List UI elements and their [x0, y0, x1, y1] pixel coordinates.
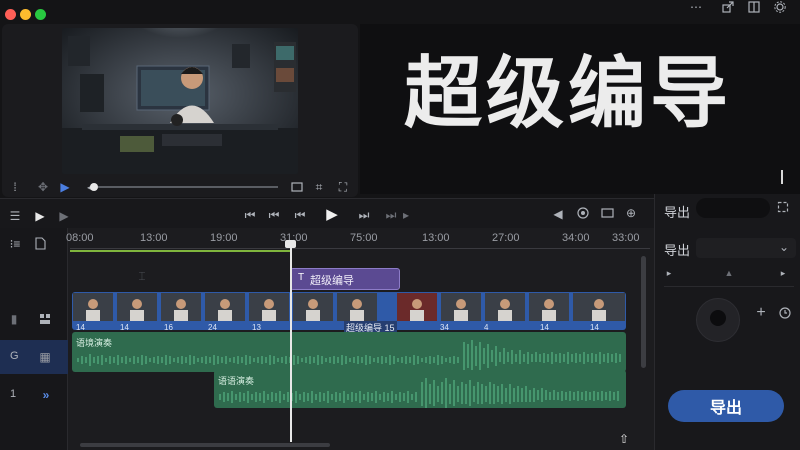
- clock-icon[interactable]: [778, 306, 792, 320]
- play-toolbar-icon[interactable]: ▶: [34, 210, 46, 222]
- share-icon[interactable]: [720, 0, 736, 14]
- prev-frame-icon[interactable]: ⏮: [294, 208, 306, 222]
- ruler-tick-label: 08:00: [66, 232, 94, 244]
- list-icon[interactable]: ☰: [8, 210, 22, 222]
- video-clip-label: 14: [590, 323, 599, 332]
- record-icon[interactable]: [576, 206, 590, 220]
- lock-icon[interactable]: ▮: [8, 312, 20, 326]
- ruler-tick-label: 75:00: [350, 232, 378, 244]
- play-small-icon[interactable]: ▶: [60, 181, 70, 193]
- edit-cursor-icon[interactable]: ⁞: [8, 180, 22, 194]
- audio-clip-1-label: 语境演奏: [76, 338, 113, 348]
- crop-icon[interactable]: [776, 200, 790, 214]
- marker-icon: ⌶: [138, 269, 146, 283]
- progress-knob[interactable]: [90, 183, 98, 191]
- track-number: G: [10, 350, 19, 362]
- ruler-baseline: [70, 248, 650, 249]
- color-wheel-knob[interactable]: [710, 310, 726, 326]
- ruler-tick-label: 13:00: [422, 232, 450, 244]
- next-icon[interactable]: ▶: [58, 210, 70, 222]
- crosshair-icon[interactable]: ✥: [36, 180, 50, 194]
- maximize-window-button[interactable]: [35, 9, 46, 20]
- track-header-column: [0, 228, 68, 450]
- ruler-tick-label: 13:00: [140, 232, 168, 244]
- playhead-handle[interactable]: [285, 240, 296, 248]
- overlay-title: 超级编导: [404, 49, 733, 137]
- target-icon[interactable]: ⊕: [624, 206, 638, 220]
- playhead-line[interactable]: [290, 244, 292, 442]
- ruler-tick-label: 19:00: [210, 232, 238, 244]
- video-clip-label: 34: [440, 323, 449, 332]
- play-button[interactable]: ▶: [324, 206, 340, 222]
- audio-track-icon[interactable]: ▦: [38, 350, 52, 364]
- video-track-icon[interactable]: [38, 312, 52, 326]
- horizontal-scrollbar[interactable]: [80, 443, 330, 447]
- upload-icon[interactable]: ⇧: [618, 432, 630, 446]
- track-settings-icon[interactable]: ⁝≡: [8, 238, 22, 250]
- screenshot-icon[interactable]: ⌗: [312, 180, 326, 194]
- close-window-button[interactable]: [5, 9, 16, 20]
- ruler-progress: [70, 250, 290, 252]
- track-number: 1: [10, 388, 17, 400]
- video-clip-label: 13: [252, 323, 261, 332]
- audio-wave-icon[interactable]: »: [38, 388, 54, 402]
- progress-track[interactable]: [98, 186, 278, 188]
- video-clip-label: 14: [120, 323, 129, 332]
- add-icon[interactable]: +: [754, 305, 768, 321]
- export-input-1[interactable]: [696, 198, 770, 218]
- divider: [664, 286, 794, 287]
- video-clip-label: 14: [76, 323, 85, 332]
- file-icon[interactable]: [34, 236, 46, 250]
- text-clip-icon: T: [297, 272, 305, 283]
- video-clip-label: 14: [540, 323, 549, 332]
- video-clip-label: 16: [164, 323, 173, 332]
- up-arrow-icon[interactable]: ▲: [724, 268, 734, 278]
- audio-clip-2[interactable]: [214, 370, 626, 408]
- video-clip-label: 4: [484, 323, 489, 332]
- fullscreen-icon[interactable]: ⛶: [336, 180, 350, 194]
- chevron-down-icon[interactable]: ⌄: [778, 241, 790, 253]
- skip-end-icon[interactable]: ▸: [400, 208, 412, 222]
- export-button-label: 导出: [709, 400, 742, 417]
- video-preview: [62, 28, 298, 174]
- next-arrow-icon[interactable]: ▸: [778, 268, 788, 278]
- monitor-icon[interactable]: [600, 206, 614, 220]
- layout-icon[interactable]: [746, 0, 762, 14]
- speaker-icon[interactable]: ◀: [552, 208, 564, 220]
- settings-icon[interactable]: [772, 0, 788, 14]
- export-label-1: 导出: [664, 205, 691, 220]
- caption-icon[interactable]: [290, 180, 304, 194]
- export-button[interactable]: 导出: [668, 390, 784, 422]
- prev-arrow-icon[interactable]: ▸: [664, 268, 674, 278]
- step-forward-icon[interactable]: ⏭: [384, 208, 398, 222]
- text-cursor: [781, 170, 783, 184]
- text-clip-label: 超级编导: [310, 275, 354, 287]
- video-clip-label: 24: [208, 323, 217, 332]
- audio-clip-1[interactable]: [72, 332, 626, 372]
- step-back-icon[interactable]: ⏮: [268, 208, 280, 222]
- minimize-window-button[interactable]: [20, 9, 31, 20]
- next-frame-icon[interactable]: ⏭: [358, 208, 370, 222]
- ruler-tick-label: 34:00: [562, 232, 590, 244]
- export-label-2: 导出: [664, 243, 691, 258]
- ruler-tick-label: 27:00: [492, 232, 520, 244]
- ruler-tick-label: 33:00: [612, 232, 640, 244]
- more-icon[interactable]: ⋯: [687, 0, 705, 14]
- audio-clip-2-label: 语语演奏: [218, 376, 255, 386]
- skip-start-icon[interactable]: ⏮: [244, 208, 256, 222]
- vertical-scrollbar[interactable]: [641, 256, 646, 368]
